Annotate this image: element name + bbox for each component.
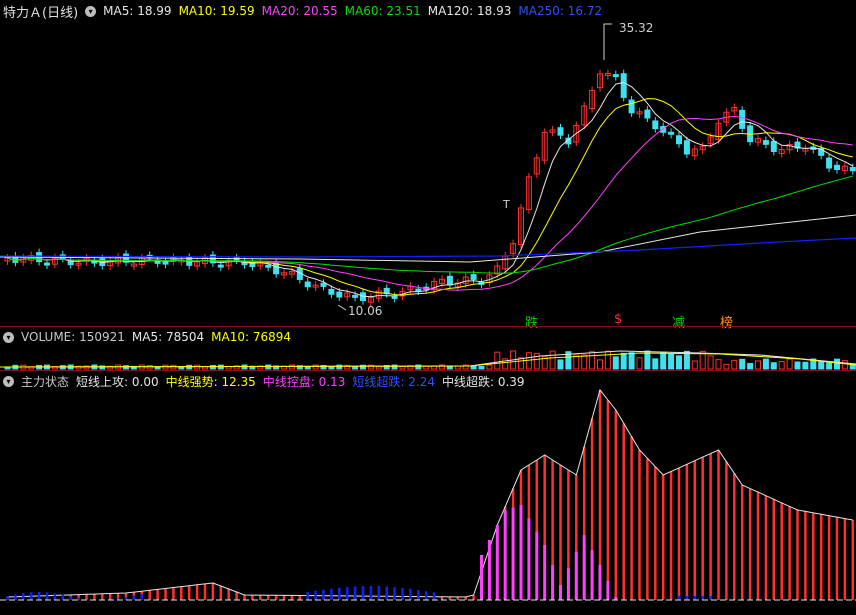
t-marker: T xyxy=(503,198,510,211)
candlestick-chart[interactable] xyxy=(0,0,856,330)
volume-bar xyxy=(668,353,675,370)
volume-bar xyxy=(762,358,769,370)
volume-bar xyxy=(620,352,627,370)
volume-bar xyxy=(794,361,801,370)
candle xyxy=(770,140,777,152)
indicator-chart[interactable] xyxy=(0,385,856,615)
low-price-label: 10.06 xyxy=(348,304,383,318)
volume-bar xyxy=(834,358,840,370)
volume-bar xyxy=(597,359,603,370)
volume-bar xyxy=(636,357,643,370)
volume-bar xyxy=(715,359,722,370)
volume-bar xyxy=(423,365,430,370)
volume-bar xyxy=(557,359,564,370)
volume-bar xyxy=(194,364,201,370)
candle xyxy=(446,275,453,286)
volume-bar xyxy=(399,365,406,370)
candle xyxy=(762,140,769,145)
volume-bar xyxy=(518,357,524,370)
volume-bar xyxy=(660,351,667,370)
volume-bar xyxy=(770,362,777,370)
volume-bar xyxy=(178,366,185,370)
candle xyxy=(612,74,619,78)
candle xyxy=(352,294,359,298)
high-price-label: 35.32 xyxy=(619,21,654,35)
volume-bar xyxy=(202,366,208,370)
candle xyxy=(620,73,627,98)
candle xyxy=(834,164,840,170)
volume-bar xyxy=(612,356,619,370)
volume-bar xyxy=(478,365,485,370)
volume-bar xyxy=(581,354,588,370)
volume-bar xyxy=(644,350,651,370)
candle xyxy=(470,274,477,280)
volume-bar xyxy=(265,364,272,370)
candle xyxy=(849,167,856,172)
volume-chart[interactable] xyxy=(0,331,856,371)
volume-bar xyxy=(288,364,295,370)
volume-bar xyxy=(628,352,635,370)
volume-bar xyxy=(747,363,754,370)
volume-bar xyxy=(146,364,153,370)
volume-bar xyxy=(589,351,596,370)
candle xyxy=(273,262,280,275)
candle xyxy=(739,109,746,129)
volume-bar xyxy=(454,365,461,370)
volume-bar xyxy=(652,358,659,370)
volume-bar xyxy=(841,360,848,370)
volume-bar xyxy=(170,364,177,370)
candle xyxy=(644,109,651,119)
signal-label: $ xyxy=(614,312,623,327)
candle xyxy=(668,131,675,135)
volume-bar xyxy=(755,360,761,370)
volume-bar xyxy=(486,364,493,370)
candle xyxy=(557,127,564,136)
candle xyxy=(826,157,833,169)
volume-bar xyxy=(723,363,730,370)
volume-bar xyxy=(786,358,793,370)
volume-bar xyxy=(494,351,501,370)
volume-bar xyxy=(731,359,738,370)
candle xyxy=(44,262,50,266)
volume-bar xyxy=(375,366,382,370)
volume-bar xyxy=(818,360,825,370)
candle xyxy=(304,281,311,288)
candle xyxy=(628,99,635,114)
candle xyxy=(652,120,659,130)
high-marker xyxy=(603,23,612,60)
candle xyxy=(320,282,327,287)
volume-bar xyxy=(707,355,714,370)
volume-bar xyxy=(336,364,343,370)
volume-bar xyxy=(186,364,193,370)
ma60-line xyxy=(7,175,853,274)
volume-bar xyxy=(604,350,611,370)
candle xyxy=(265,264,272,268)
volume-bar xyxy=(328,366,335,370)
volume-bar xyxy=(739,358,746,370)
volume-bar xyxy=(549,350,556,370)
candle xyxy=(217,264,224,268)
volume-ma10-line xyxy=(0,352,856,368)
volume-bar xyxy=(123,365,129,370)
volume-bar xyxy=(241,364,248,370)
volume-bar xyxy=(778,361,785,370)
volume-bar xyxy=(352,366,359,370)
volume-bar xyxy=(802,361,809,370)
candle xyxy=(162,261,169,265)
volume-bar xyxy=(676,355,682,370)
volume-bar xyxy=(826,362,833,370)
low-marker xyxy=(337,304,347,311)
candle xyxy=(336,291,343,298)
candle xyxy=(391,295,398,299)
candle xyxy=(676,135,682,145)
candle xyxy=(328,288,335,295)
volume-bar xyxy=(691,360,698,370)
volume-bar xyxy=(209,364,216,370)
volume-bar xyxy=(525,352,532,370)
candle xyxy=(415,288,422,292)
volume-bar xyxy=(217,364,224,370)
volume-bar xyxy=(312,364,319,370)
candle xyxy=(683,140,690,155)
